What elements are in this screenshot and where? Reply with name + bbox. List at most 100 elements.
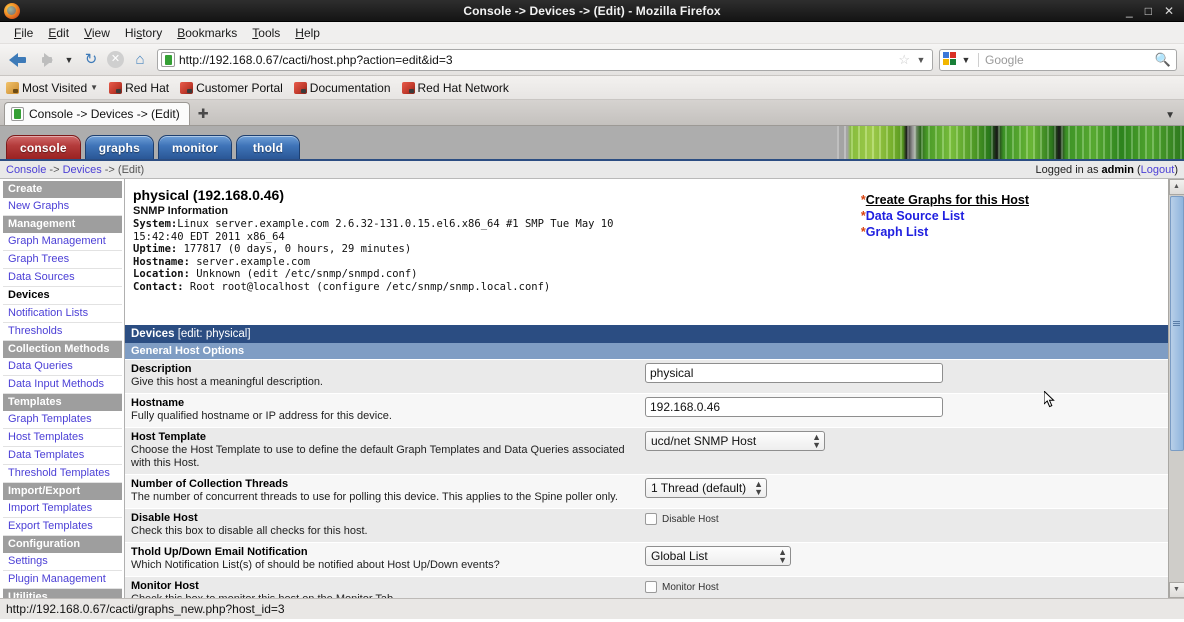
description-input[interactable]: [645, 363, 943, 383]
form-description: Check this box to monitor this host on t…: [131, 593, 639, 598]
cacti-header: console graphs monitor thold: [0, 126, 1184, 161]
scrollbar-thumb[interactable]: [1169, 196, 1184, 451]
redhat-icon: [109, 81, 123, 94]
collection-threads-select[interactable]: 1 Thread (default) ▲ ▼: [645, 478, 767, 498]
history-dropdown-icon[interactable]: ▼: [61, 55, 77, 65]
sidebar-item-data-input-methods[interactable]: Data Input Methods: [3, 376, 122, 394]
sidebar-item-data-templates[interactable]: Data Templates: [3, 447, 122, 465]
form-section-subtitle: [edit: physical]: [177, 328, 251, 340]
menu-history[interactable]: History: [118, 24, 169, 42]
cacti-tab-monitor[interactable]: monitor: [157, 135, 233, 159]
reload-button[interactable]: ↻: [80, 49, 102, 71]
maximize-button[interactable]: □: [1145, 5, 1152, 17]
menu-view[interactable]: View: [77, 24, 117, 42]
search-bar[interactable]: ▼ Google 🔍: [939, 48, 1177, 71]
notification-list-select[interactable]: Global List ▲ ▼: [645, 546, 791, 566]
sidebar-item-data-queries[interactable]: Data Queries: [3, 358, 122, 376]
search-input[interactable]: Google: [978, 52, 1155, 67]
bookmark-red-hat-network[interactable]: Red Hat Network: [401, 81, 509, 95]
cacti-tab-graphs[interactable]: graphs: [84, 135, 154, 159]
disable-host-checkbox-wrap[interactable]: Disable Host: [645, 512, 719, 525]
snmp-value: 177817 (0 days, 0 hours, 29 minutes): [177, 243, 412, 255]
bookmark-red-hat[interactable]: Red Hat: [109, 81, 169, 95]
url-dropdown-icon[interactable]: ▼: [913, 55, 929, 65]
sidebar-item-threshold-templates[interactable]: Threshold Templates: [3, 465, 122, 483]
breadcrumb: Console -> Devices -> (Edit): [6, 164, 144, 176]
form-row-text: Disable Host Check this box to disable a…: [125, 509, 645, 542]
graph-list-link[interactable]: Graph List: [866, 225, 929, 239]
form-section-header: Devices [edit: physical]: [125, 324, 1184, 343]
browser-tab-active[interactable]: Console -> Devices -> (Edit): [4, 102, 190, 125]
breadcrumb-separator: ->: [49, 163, 60, 176]
host-template-select[interactable]: ucd/net SNMP Host ▲ ▼: [645, 431, 825, 451]
sidebar-item-devices[interactable]: Devices: [3, 287, 122, 305]
menu-tools[interactable]: Tools: [245, 24, 287, 42]
bookmark-most-visited[interactable]: Most Visited ▼: [6, 81, 98, 95]
sidebar-item-data-sources[interactable]: Data Sources: [3, 269, 122, 287]
browser-tab-strip: Console -> Devices -> (Edit) ✚ ▼: [0, 100, 1184, 126]
create-graphs-link[interactable]: Create Graphs for this Host: [866, 193, 1029, 207]
sidebar-item-graph-trees[interactable]: Graph Trees: [3, 251, 122, 269]
scroll-down-button[interactable]: ▼: [1168, 582, 1184, 598]
url-input[interactable]: http://192.168.0.67/cacti/host.php?actio…: [179, 53, 895, 67]
url-bar[interactable]: http://192.168.0.67/cacti/host.php?actio…: [157, 48, 933, 71]
bookmark-customer-portal[interactable]: Customer Portal: [180, 81, 283, 95]
forward-button[interactable]: [34, 48, 58, 72]
form-row-text: Hostname Fully qualified hostname or IP …: [125, 394, 645, 427]
page-body: Create New Graphs Management Graph Manag…: [0, 179, 1184, 598]
snmp-label: Hostname:: [133, 255, 190, 268]
menu-bookmarks[interactable]: Bookmarks: [170, 24, 244, 42]
form-subsection-general: General Host Options: [125, 343, 1184, 360]
logout-link[interactable]: Logout: [1141, 164, 1175, 176]
monitor-host-checkbox[interactable]: [645, 581, 657, 593]
monitor-host-checkbox-wrap[interactable]: Monitor Host: [645, 580, 719, 593]
back-button[interactable]: [7, 48, 31, 72]
action-graph-list[interactable]: *Graph List: [861, 224, 1029, 240]
search-engine-dropdown-icon[interactable]: ▼: [958, 55, 974, 65]
scroll-up-button[interactable]: ▲: [1168, 179, 1184, 195]
sidebar-item-settings[interactable]: Settings: [3, 553, 122, 571]
snmp-value: 15:42:40 EDT 2011 x86_64: [133, 230, 285, 243]
snmp-line-hostname: Hostname: server.example.com: [133, 256, 1184, 269]
sidebar-item-import-templates[interactable]: Import Templates: [3, 500, 122, 518]
action-create-graphs[interactable]: *Create Graphs for this Host: [861, 192, 1029, 208]
cacti-tab-thold[interactable]: thold: [236, 135, 301, 159]
breadcrumb-console[interactable]: Console: [6, 164, 46, 176]
sidebar-item-plugin-management[interactable]: Plugin Management: [3, 571, 122, 589]
sidebar-item-graph-management[interactable]: Graph Management: [3, 233, 122, 251]
window-title: Console -> Devices -> (Edit) - Mozilla F…: [463, 3, 721, 18]
menu-edit[interactable]: Edit: [41, 24, 76, 42]
sidebar-item-export-templates[interactable]: Export Templates: [3, 518, 122, 536]
action-data-source-list[interactable]: *Data Source List: [861, 208, 1029, 224]
data-source-list-link[interactable]: Data Source List: [866, 209, 965, 223]
cacti-tab-console[interactable]: console: [6, 135, 81, 159]
new-tab-button[interactable]: ✚: [198, 106, 209, 125]
search-icon[interactable]: 🔍: [1155, 52, 1173, 68]
hostname-input[interactable]: [645, 397, 943, 417]
breadcrumb-devices[interactable]: Devices: [63, 164, 102, 176]
google-icon[interactable]: [943, 52, 958, 67]
close-button[interactable]: ✕: [1164, 5, 1174, 17]
chevron-updown-icon: ▲ ▼: [778, 547, 787, 565]
list-all-tabs-icon[interactable]: ▼: [1165, 110, 1184, 125]
disable-host-checkbox[interactable]: [645, 513, 657, 525]
navigation-toolbar: ▼ ↻ ✕ ⌂ http://192.168.0.67/cacti/host.p…: [0, 44, 1184, 76]
sidebar-item-thresholds[interactable]: Thresholds: [3, 323, 122, 341]
stop-button: ✕: [107, 51, 124, 68]
menu-file[interactable]: FFileile: [7, 24, 40, 42]
sidebar-item-notification-lists[interactable]: Notification Lists: [3, 305, 122, 323]
page-scrollbar[interactable]: ▲ ▼: [1168, 179, 1184, 598]
bookmarks-toolbar: Most Visited ▼ Red Hat Customer Portal D…: [0, 76, 1184, 100]
form-row-control: Monitor Host: [645, 577, 1184, 597]
minimize-button[interactable]: _: [1126, 5, 1133, 17]
home-button[interactable]: ⌂: [129, 49, 151, 71]
sidebar-item-host-templates[interactable]: Host Templates: [3, 429, 122, 447]
bookmark-documentation[interactable]: Documentation: [293, 81, 391, 95]
snmp-line-location: Location: Unknown (edit /etc/snmp/snmpd.…: [133, 268, 1184, 281]
sidebar-section-configuration: Configuration: [3, 536, 122, 553]
sidebar-item-new-graphs[interactable]: New Graphs: [3, 198, 122, 216]
snmp-label: System:: [133, 218, 178, 230]
sidebar-item-graph-templates[interactable]: Graph Templates: [3, 411, 122, 429]
bookmark-star-icon[interactable]: ☆: [895, 52, 913, 68]
menu-help[interactable]: Help: [288, 24, 327, 42]
